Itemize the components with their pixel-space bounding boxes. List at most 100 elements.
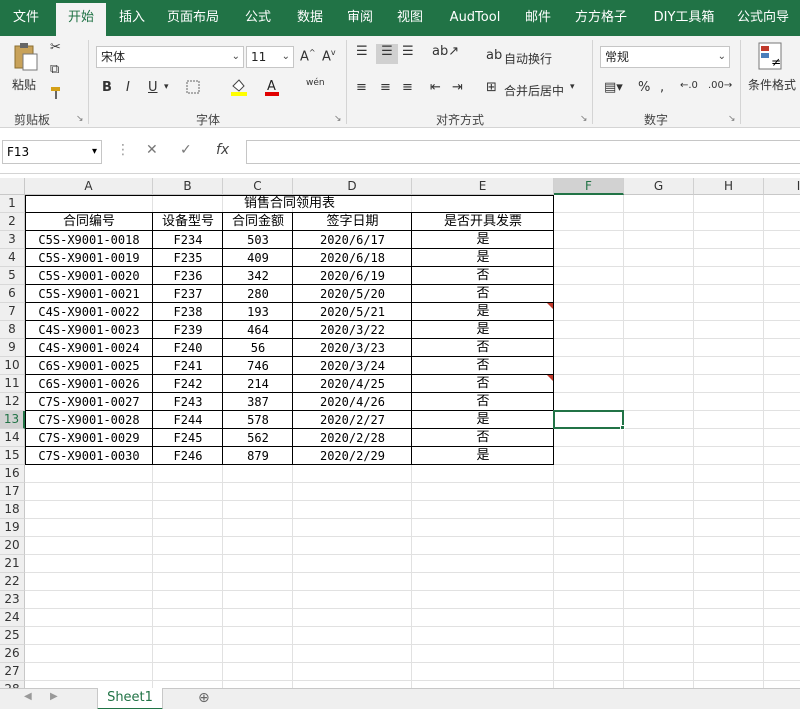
row-header-5[interactable]: 5 — [0, 267, 25, 285]
decrease-font-icon[interactable]: Av — [322, 48, 336, 64]
bold-button[interactable]: B — [102, 80, 112, 95]
column-header-c[interactable]: C — [223, 178, 293, 195]
table-cell[interactable]: 否 — [412, 357, 554, 375]
row-header-25[interactable]: 25 — [0, 627, 25, 645]
table-cell[interactable]: 2020/6/18 — [293, 249, 412, 267]
table-cell[interactable]: F236 — [153, 267, 223, 285]
table-cell[interactable]: 2020/2/27 — [293, 411, 412, 429]
table-cell[interactable]: C7S-X9001-0029 — [25, 429, 153, 447]
table-cell[interactable]: 562 — [223, 429, 293, 447]
table-cell[interactable]: 879 — [223, 447, 293, 465]
row-header-17[interactable]: 17 — [0, 483, 25, 501]
formula-input[interactable] — [246, 140, 800, 164]
row-header-13[interactable]: 13 — [0, 411, 25, 429]
table-header-cell[interactable]: 签字日期 — [293, 213, 412, 231]
column-header-g[interactable]: G — [624, 178, 694, 195]
row-header-15[interactable]: 15 — [0, 447, 25, 465]
table-cell[interactable]: F238 — [153, 303, 223, 321]
table-cell[interactable]: 2020/6/19 — [293, 267, 412, 285]
table-cell[interactable]: 503 — [223, 231, 293, 249]
tab-page-layout[interactable]: 页面布局 — [160, 0, 226, 36]
table-cell[interactable]: 是 — [412, 231, 554, 249]
copy-icon[interactable]: ⧉ — [50, 62, 59, 77]
table-cell[interactable]: 是 — [412, 411, 554, 429]
number-format-select[interactable]: 常规 ⌄ — [600, 46, 730, 68]
table-cell[interactable]: F246 — [153, 447, 223, 465]
row-header-22[interactable]: 22 — [0, 573, 25, 591]
table-cell[interactable]: C6S-X9001-0026 — [25, 375, 153, 393]
table-cell[interactable]: 342 — [223, 267, 293, 285]
table-header-cell[interactable]: 合同编号 — [25, 213, 153, 231]
row-header-2[interactable]: 2 — [0, 213, 25, 231]
scroll-left-icon[interactable]: ◀ — [24, 691, 32, 702]
row-header-7[interactable]: 7 — [0, 303, 25, 321]
row-header-11[interactable]: 11 — [0, 375, 25, 393]
align-right-icon[interactable]: ≡ — [402, 80, 413, 95]
select-all-corner[interactable] — [0, 178, 25, 195]
column-header-i[interactable]: I — [764, 178, 800, 195]
font-name-select[interactable]: 宋体 ⌄ — [96, 46, 244, 68]
row-header-16[interactable]: 16 — [0, 465, 25, 483]
italic-button[interactable]: I — [126, 80, 130, 95]
row-header-18[interactable]: 18 — [0, 501, 25, 519]
table-cell[interactable]: C4S-X9001-0024 — [25, 339, 153, 357]
tab-fangfang[interactable]: 方方格子 — [568, 0, 634, 36]
table-cell[interactable]: 387 — [223, 393, 293, 411]
phonetic-guide-icon[interactable]: wén — [306, 78, 325, 88]
column-header-h[interactable]: H — [694, 178, 764, 195]
table-cell[interactable]: 否 — [412, 429, 554, 447]
accounting-format-icon[interactable]: ▤▾ — [604, 80, 623, 95]
font-size-select[interactable]: 11 ⌄ — [246, 46, 294, 68]
increase-decimal-icon[interactable]: ←.0 — [680, 80, 698, 91]
table-cell[interactable]: C7S-X9001-0027 — [25, 393, 153, 411]
table-cell[interactable]: F244 — [153, 411, 223, 429]
row-header-23[interactable]: 23 — [0, 591, 25, 609]
table-cell[interactable]: C4S-X9001-0022 — [25, 303, 153, 321]
row-header-19[interactable]: 19 — [0, 519, 25, 537]
comment-indicator-icon[interactable] — [547, 303, 553, 309]
increase-font-icon[interactable]: A^ — [300, 48, 316, 64]
row-header-20[interactable]: 20 — [0, 537, 25, 555]
paste-button[interactable]: 粘贴 — [12, 76, 36, 93]
table-cell[interactable]: C7S-X9001-0030 — [25, 447, 153, 465]
tab-file[interactable]: 文件 — [0, 0, 52, 36]
table-cell[interactable]: 否 — [412, 339, 554, 357]
table-cell[interactable]: F240 — [153, 339, 223, 357]
table-cell[interactable]: 2020/4/25 — [293, 375, 412, 393]
table-cell[interactable]: F242 — [153, 375, 223, 393]
tab-home[interactable]: 开始 — [56, 3, 106, 36]
table-cell[interactable]: 746 — [223, 357, 293, 375]
row-header-1[interactable]: 1 — [0, 195, 25, 213]
table-cell[interactable]: 2020/3/23 — [293, 339, 412, 357]
table-header-cell[interactable]: 设备型号 — [153, 213, 223, 231]
row-header-8[interactable]: 8 — [0, 321, 25, 339]
row-header-12[interactable]: 12 — [0, 393, 25, 411]
percent-style-button[interactable]: % — [638, 80, 650, 95]
cancel-icon[interactable]: ✕ — [146, 142, 158, 158]
tab-view[interactable]: 视图 — [388, 0, 432, 36]
merge-center-button[interactable]: 合并后居中 — [504, 82, 564, 99]
row-header-4[interactable]: 4 — [0, 249, 25, 267]
table-cell[interactable]: 是 — [412, 447, 554, 465]
table-cell[interactable]: F237 — [153, 285, 223, 303]
clipboard-launcher-icon[interactable]: ↘ — [76, 114, 84, 124]
row-header-26[interactable]: 26 — [0, 645, 25, 663]
fill-color-icon[interactable] — [230, 78, 248, 100]
wrap-text-button[interactable]: 自动换行 — [504, 50, 552, 67]
tab-formulas[interactable]: 公式 — [232, 0, 284, 36]
paste-icon[interactable] — [12, 42, 40, 76]
add-sheet-icon[interactable]: ⊕ — [198, 690, 210, 706]
column-header-f[interactable]: F — [554, 178, 624, 195]
active-cell-selection[interactable] — [553, 410, 624, 429]
align-left-icon[interactable]: ≡ — [356, 80, 367, 95]
tab-mailings[interactable]: 邮件 — [516, 0, 560, 36]
table-cell[interactable]: 2020/6/17 — [293, 231, 412, 249]
table-cell[interactable]: F245 — [153, 429, 223, 447]
table-cell[interactable]: 56 — [223, 339, 293, 357]
table-cell[interactable]: 578 — [223, 411, 293, 429]
table-header-cell[interactable]: 是否开具发票 — [412, 213, 554, 231]
row-header-14[interactable]: 14 — [0, 429, 25, 447]
table-cell[interactable]: 是 — [412, 249, 554, 267]
tab-insert[interactable]: 插入 — [110, 0, 154, 36]
wrap-text-icon[interactable]: ab — [486, 48, 502, 63]
